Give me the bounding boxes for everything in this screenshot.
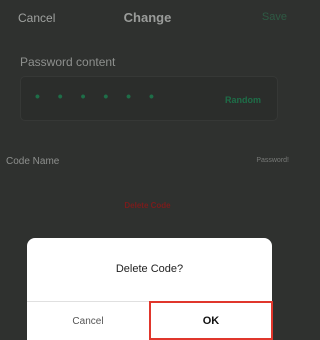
- save-button[interactable]: Save: [262, 11, 287, 23]
- page-title: Change: [123, 10, 172, 25]
- code-name-value[interactable]: Password!: [256, 157, 289, 164]
- delete-code-button[interactable]: Delete Code: [0, 201, 295, 210]
- password-content-label: Password content: [20, 55, 116, 69]
- nav-header: Cancel Change Save: [0, 0, 295, 36]
- delete-confirm-dialog: Delete Code? Cancel OK: [27, 238, 272, 340]
- dialog-ok-button[interactable]: OK: [150, 302, 272, 340]
- code-name-label: Code Name: [6, 156, 60, 167]
- random-button[interactable]: Random: [225, 95, 261, 105]
- dialog-cancel-button[interactable]: Cancel: [27, 302, 149, 340]
- password-field[interactable]: • • • • • • Random: [20, 76, 278, 121]
- password-masked-value: • • • • • •: [35, 88, 161, 104]
- dialog-message: Delete Code?: [115, 263, 184, 275]
